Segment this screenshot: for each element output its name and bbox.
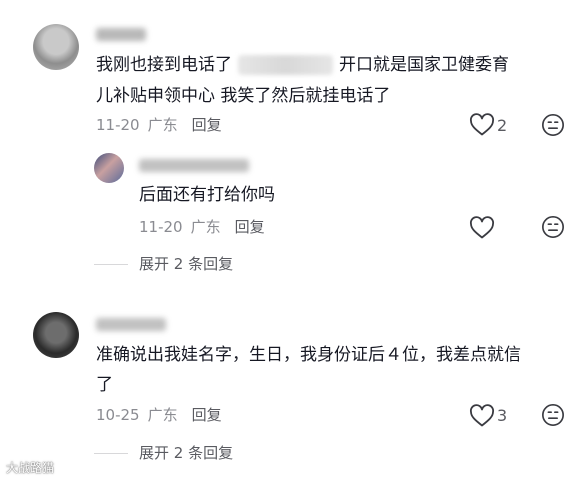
username-blurred[interactable] — [96, 28, 146, 41]
comment-text-part: 我刚也接到电话了 — [96, 55, 232, 75]
heart-outline-icon — [470, 216, 494, 239]
reply-location: 广东 — [190, 218, 221, 236]
reply-button[interactable]: 回复 — [192, 116, 222, 134]
comment-text: 我刚也接到电话了 开口就是国家卫健委育 — [96, 50, 566, 80]
neutral-face-icon — [542, 216, 564, 238]
reply-username-blurred[interactable] — [139, 159, 249, 172]
comment-meta: 10-25 广东 回复 — [96, 404, 230, 426]
redacted-text — [238, 55, 333, 75]
dislike-button[interactable] — [540, 403, 566, 431]
divider — [94, 453, 128, 454]
like-button[interactable] — [469, 113, 495, 141]
reply-avatar[interactable] — [94, 153, 124, 183]
like-button[interactable] — [469, 216, 495, 244]
comment-text-line2: 儿补贴申领中心 我笑了然后就挂电话了 — [96, 86, 391, 106]
dislike-button[interactable] — [540, 113, 566, 141]
divider — [94, 264, 128, 265]
like-count: 2 — [497, 116, 508, 135]
avatar[interactable] — [33, 24, 79, 70]
comment-meta: 11-20 广东 回复 — [96, 114, 230, 136]
comment-location: 广东 — [147, 116, 178, 134]
comment-text: 准确说出我娃名字，生日，我身份证后４位，我差点就信 — [96, 345, 521, 365]
avatar[interactable] — [33, 312, 79, 358]
heart-outline-icon — [470, 113, 494, 136]
reply-date: 11-20 — [139, 218, 183, 236]
neutral-face-icon — [542, 404, 564, 426]
comment-location: 广东 — [147, 406, 178, 424]
comment-text-part: 开口就是国家卫健委育 — [339, 55, 509, 75]
reply-text: 后面还有打给你吗 — [139, 185, 275, 205]
reply-button[interactable]: 回复 — [192, 406, 222, 424]
watermark: 大战路猫 — [6, 461, 55, 475]
reply-meta: 11-20 广东 回复 — [139, 216, 273, 238]
comment-date: 10-25 — [96, 406, 140, 424]
heart-outline-icon — [470, 404, 494, 427]
expand-replies-button[interactable]: 展开 2 条回复 — [139, 442, 233, 464]
comment-date: 11-20 — [96, 116, 140, 134]
like-button[interactable] — [469, 404, 495, 432]
username-blurred[interactable] — [96, 318, 166, 331]
reply-button[interactable]: 回复 — [235, 218, 265, 236]
dislike-button[interactable] — [540, 215, 566, 243]
expand-replies-button[interactable]: 展开 2 条回复 — [139, 253, 233, 275]
comment-text-line2: 了 — [96, 375, 113, 395]
neutral-face-icon — [542, 114, 564, 136]
like-count: 3 — [497, 406, 508, 425]
